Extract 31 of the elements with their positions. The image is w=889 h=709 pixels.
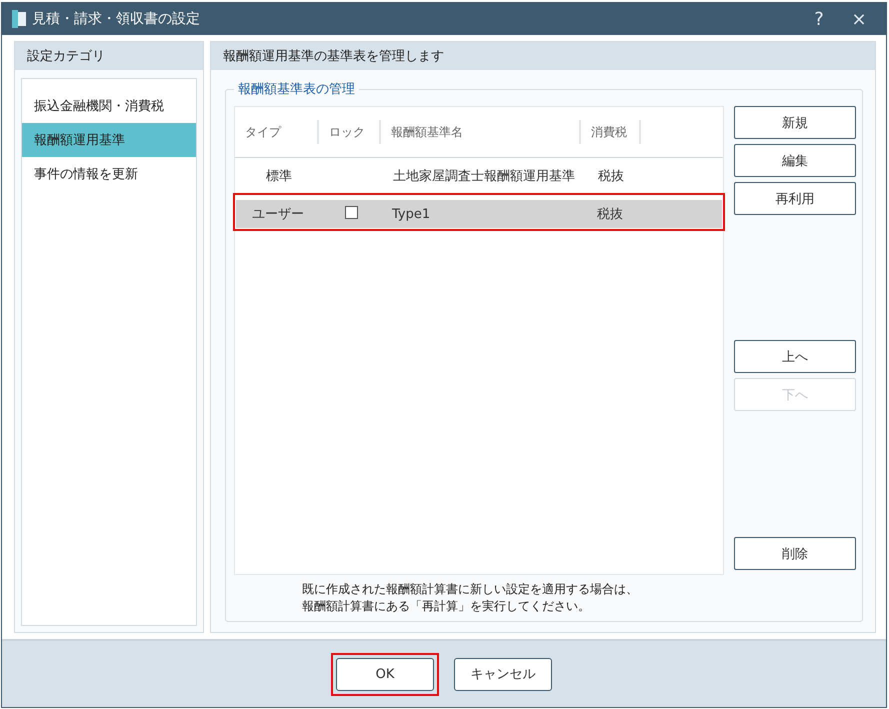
dialog-button[interactable]: キャンセル bbox=[454, 658, 552, 690]
panel-header: 報酬額運用基準の基準表を管理します bbox=[211, 42, 875, 70]
table-cell-text: ユーザー bbox=[251, 206, 305, 223]
table-cell-text: 土地家屋調査士報酬額運用基準 bbox=[392, 168, 576, 185]
panel-header: 設定カテゴリ bbox=[15, 42, 203, 70]
help-button[interactable]: ? bbox=[802, 8, 836, 30]
column-header[interactable]: ロック bbox=[319, 120, 381, 144]
table-cell-text: 税抜 bbox=[597, 168, 625, 185]
dialog-button[interactable]: 削除 bbox=[734, 537, 856, 570]
note-text: 報酬額計算書にある「再計算」を実行してください。 bbox=[302, 598, 591, 615]
note-text: 既に作成された報酬額計算書に新しい設定を適用する場合は、 bbox=[302, 581, 639, 598]
lock-checkbox[interactable] bbox=[344, 206, 358, 218]
column-header[interactable]: 報酬額基準名 bbox=[381, 120, 581, 144]
category-item[interactable]: 事件の情報を更新 bbox=[22, 157, 196, 191]
column-header[interactable]: タイプ bbox=[235, 120, 319, 144]
window-title: 見積・請求・領収書の設定 bbox=[32, 10, 201, 28]
dialog-button[interactable]: 上へ bbox=[734, 340, 856, 373]
dialog-button[interactable]: OK bbox=[336, 658, 434, 690]
dialog-button[interactable]: 編集 bbox=[734, 144, 856, 177]
table-cell-text: 標準 bbox=[265, 168, 293, 185]
category-item[interactable]: 振込金融機関・消費税 bbox=[22, 89, 196, 123]
group-title: 報酬額基準表の管理 bbox=[237, 81, 356, 98]
table-row[interactable]: 標準 土地家屋調査士報酬額運用基準 税抜 bbox=[235, 158, 723, 194]
app-logo-icon bbox=[12, 10, 26, 28]
dialog-button[interactable]: 再利用 bbox=[734, 182, 856, 215]
close-button[interactable]: × bbox=[842, 8, 876, 30]
dialog-button[interactable]: 新規 bbox=[734, 106, 856, 139]
column-header[interactable]: 消費税 bbox=[581, 120, 641, 144]
table-cell-text: 税抜 bbox=[596, 206, 624, 223]
table-cell-text: Type1 bbox=[391, 206, 432, 222]
category-item[interactable]: 報酬額運用基準 bbox=[22, 123, 196, 157]
